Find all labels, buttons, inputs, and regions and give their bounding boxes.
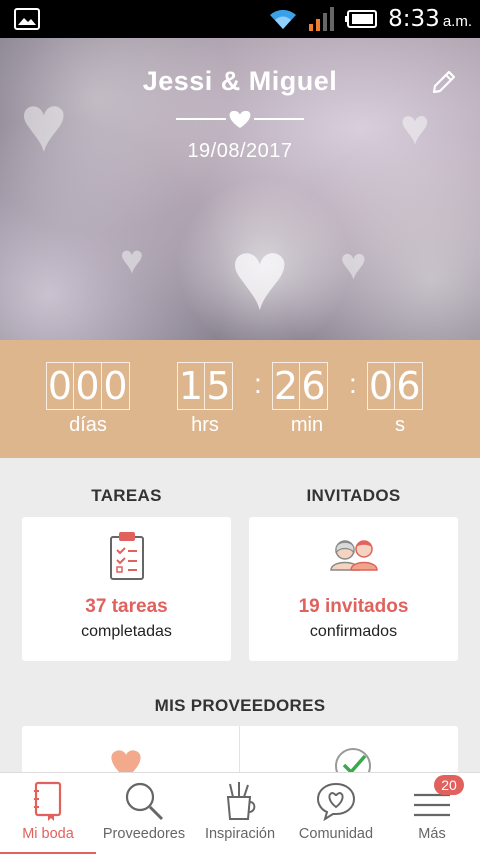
couple-names: Jessi & Miguel: [142, 66, 338, 96]
nav-label: Comunidad: [298, 826, 374, 842]
countdown-digit: 0: [74, 362, 102, 410]
nav-label: Proveedores: [102, 826, 186, 842]
notebook-icon: [34, 781, 62, 821]
guests-card[interactable]: 19 invitados confirmados: [249, 517, 458, 661]
nav-item-proveedores[interactable]: Proveedores: [96, 773, 192, 854]
bokeh-heart-decoration: ♥: [340, 238, 367, 289]
countdown-label-minutes: min: [290, 414, 324, 436]
countdown-label-hours: hrs: [191, 414, 219, 436]
guests-subtitle: confirmados: [309, 623, 398, 640]
bokeh-heart-decoration: ♥: [120, 238, 144, 282]
countdown-separator: :: [254, 368, 262, 399]
heart-chat-icon: [316, 782, 356, 821]
nav-item-mi-boda[interactable]: Mi boda: [0, 773, 96, 854]
clock-time: 8:33: [388, 6, 440, 32]
tasks-section-title: TAREAS: [91, 486, 162, 505]
wedding-date: 19/08/2017: [187, 140, 293, 162]
clock-ampm: a.m.: [442, 13, 472, 30]
countdown-digit: 1: [177, 362, 205, 410]
nav-label: Mi boda: [22, 826, 74, 842]
heart-divider-icon: [176, 110, 304, 128]
countdown-label-seconds: s: [395, 414, 405, 436]
countdown-digit: 0: [46, 362, 74, 410]
nav-label: Más: [418, 826, 446, 842]
search-icon: [125, 782, 164, 821]
nav-item-inspiracion[interactable]: Inspiración: [192, 773, 288, 854]
wifi-icon: [270, 9, 297, 29]
clipboard-checklist-icon: [109, 532, 144, 580]
nav-label: Inspiración: [204, 826, 276, 842]
vendors-section-title: MIS PROVEEDORES: [154, 696, 326, 715]
guests-couple-icon: [329, 540, 378, 571]
countdown-digit: 0: [102, 362, 130, 410]
nav-item-mas[interactable]: Más: [384, 773, 480, 854]
countdown-hours: 1 5: [177, 362, 233, 410]
image-icon: [14, 8, 40, 30]
countdown-digit: 2: [272, 362, 300, 410]
hero-banner: ♥ ♥ ♥ ♥ ♥ Jessi & Miguel 19/08/2017: [0, 38, 480, 340]
countdown-seconds: 0 6: [367, 362, 423, 410]
status-bar: 8:33 a.m.: [0, 0, 480, 38]
countdown-separator: :: [349, 368, 357, 399]
signal-icon: [309, 7, 335, 31]
battery-icon: [345, 10, 378, 28]
countdown-panel: 0 0 0 1 5 : 2 6 : 0 6 días hrs min s: [0, 340, 480, 458]
countdown-digit: 6: [395, 362, 423, 410]
tasks-subtitle: completadas: [81, 623, 172, 640]
countdown-digit: 0: [367, 362, 395, 410]
nav-item-comunidad[interactable]: Comunidad: [288, 773, 384, 854]
guests-section-title: INVITADOS: [306, 486, 401, 505]
countdown-digit: 6: [300, 362, 328, 410]
edit-pencil-icon[interactable]: [430, 68, 458, 96]
tasks-card[interactable]: 37 tareas completadas: [22, 517, 231, 661]
notification-badge: 20: [434, 775, 464, 795]
tasks-count: 37 tareas: [85, 596, 168, 617]
countdown-days: 0 0 0: [46, 362, 130, 410]
pencil-cup-icon: [226, 782, 256, 820]
bokeh-heart-decoration: ♥: [230, 219, 290, 331]
countdown-minutes: 2 6: [272, 362, 328, 410]
bottom-navigation: Mi boda Proveedores Inspiración Comunida…: [0, 772, 480, 854]
guests-count: 19 invitados: [298, 596, 409, 617]
countdown-label-days: días: [69, 414, 107, 436]
countdown-digit: 5: [205, 362, 233, 410]
